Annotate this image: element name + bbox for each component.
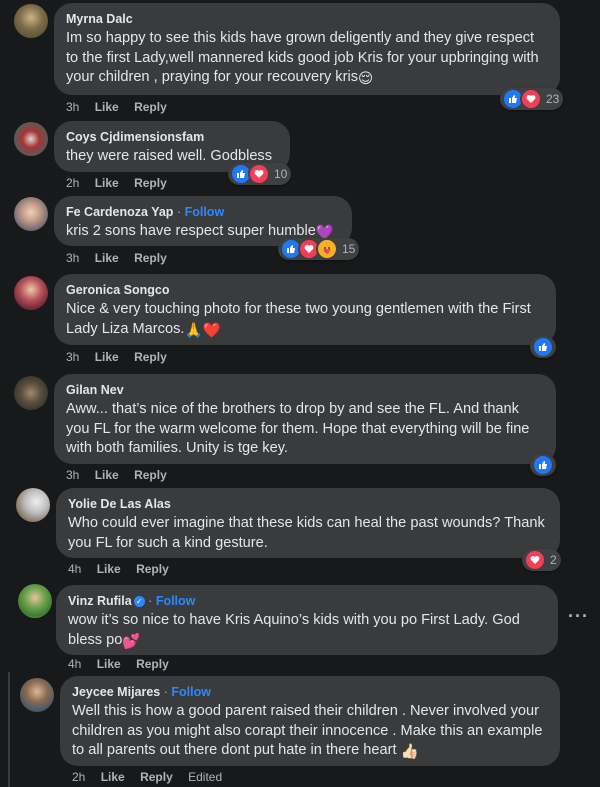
reaction-count: 2 (550, 553, 557, 567)
emoji: 💕 (122, 633, 141, 650)
reaction-summary[interactable]: 15 (278, 238, 360, 260)
reaction-summary[interactable]: 2 (522, 549, 561, 571)
love-icon (248, 163, 270, 185)
comment-actions: 3h Like Reply (66, 468, 179, 482)
comment-bubble: Myrna Dalc Im so happy to see this kids … (54, 3, 560, 95)
like-button[interactable]: Like (97, 657, 121, 671)
reaction-summary[interactable] (530, 454, 556, 476)
avatar[interactable] (18, 584, 52, 618)
reply-button[interactable]: Reply (134, 100, 167, 114)
love-icon (520, 88, 542, 110)
like-button[interactable]: Like (95, 468, 119, 482)
commenter-name[interactable]: Geronica Songco (66, 283, 170, 297)
avatar[interactable] (14, 4, 48, 38)
timestamp[interactable]: 3h (66, 100, 79, 114)
separator: · (148, 594, 153, 608)
like-icon (532, 336, 554, 358)
follow-button[interactable]: Follow (185, 205, 225, 219)
comment-actions: 3h Like Reply (66, 251, 179, 265)
timestamp[interactable]: 3h (66, 251, 79, 265)
avatar[interactable] (14, 122, 48, 156)
timestamp[interactable]: 4h (68, 657, 81, 671)
comment-bubble: Geronica Songco Nice & very touching pho… (54, 274, 556, 345)
reply-button[interactable]: Reply (134, 350, 167, 364)
avatar[interactable] (14, 276, 48, 310)
reply-button[interactable]: Reply (140, 770, 173, 784)
avatar[interactable] (14, 197, 48, 231)
comment-text: Well this is how a good parent raised th… (72, 703, 543, 758)
commenter-name[interactable]: Coys Cjdimensionsfam (66, 130, 204, 144)
timestamp[interactable]: 2h (72, 770, 85, 784)
reaction-summary[interactable]: 10 (228, 163, 292, 185)
comment-bubble: Yolie De Las Alas Who could ever imagine… (56, 488, 560, 558)
reply-button[interactable]: Reply (134, 251, 167, 265)
follow-button[interactable]: Follow (156, 594, 196, 608)
reply-button[interactable]: Reply (134, 176, 167, 190)
reply-button[interactable]: Reply (136, 657, 169, 671)
timestamp[interactable]: 3h (66, 350, 79, 364)
comment-bubble: Jeycee Mijares · Follow Well this is how… (60, 676, 560, 766)
follow-button[interactable]: Follow (171, 685, 211, 699)
verified-icon: ✓ (133, 596, 145, 607)
love-icon (524, 549, 546, 571)
emoji: 👍🏻 (400, 744, 419, 760)
like-button[interactable]: Like (95, 100, 119, 114)
like-button[interactable]: Like (95, 251, 119, 265)
like-button[interactable]: Like (97, 562, 121, 576)
care-icon (316, 238, 338, 260)
edited-label: Edited (188, 770, 223, 784)
comment-text: Aww... that’s nice of the brothers to dr… (66, 401, 530, 456)
comment-actions: 2h Like Reply Edited (72, 770, 234, 784)
reply-button[interactable]: Reply (136, 562, 169, 576)
comment-actions: 3h Like Reply (66, 350, 179, 364)
reaction-count: 15 (342, 242, 356, 256)
comment-text: Nice & very touching photo for these two… (66, 301, 531, 337)
like-button[interactable]: Like (101, 770, 125, 784)
reaction-count: 23 (546, 92, 560, 106)
comment-bubble: Gilan Nev Aww... that’s nice of the brot… (54, 374, 556, 464)
comment-actions: 2h Like Reply (66, 176, 179, 190)
commenter-name[interactable]: Yolie De Las Alas (68, 497, 171, 511)
reaction-count: 10 (274, 167, 288, 181)
avatar[interactable] (16, 488, 50, 522)
like-icon (532, 454, 554, 476)
commenter-name[interactable]: Jeycee Mijares (72, 685, 160, 699)
avatar[interactable] (14, 376, 48, 410)
separator: · (176, 205, 182, 219)
emoji: 🙏❤️ (184, 322, 221, 339)
avatar[interactable] (20, 678, 54, 712)
reaction-summary[interactable] (530, 336, 556, 358)
comment-actions: 3h Like Reply (66, 100, 179, 114)
timestamp[interactable]: 2h (66, 176, 79, 190)
comment-text: they were raised well. Godbless (66, 148, 273, 164)
reaction-summary[interactable]: 23 (500, 88, 564, 110)
emoji: 😌 (358, 71, 374, 87)
comment-text: kris 2 sons have respect super humble (66, 223, 316, 239)
timestamp[interactable]: 3h (66, 468, 79, 482)
more-options-icon[interactable]: ··· (568, 606, 589, 627)
commenter-name[interactable]: Vinz Rufila (68, 594, 132, 608)
commenter-name[interactable]: Fe Cardenoza Yap (66, 205, 173, 219)
timestamp[interactable]: 4h (68, 562, 81, 576)
comment-actions: 4h Like Reply (68, 562, 181, 576)
reply-thread-line (8, 672, 10, 787)
commenter-name[interactable]: Gilan Nev (66, 383, 124, 397)
like-button[interactable]: Like (95, 350, 119, 364)
like-button[interactable]: Like (95, 176, 119, 190)
commenter-name[interactable]: Myrna Dalc (66, 12, 133, 26)
comment-bubble: Vinz Rufila ✓ · Follow wow it’s so nice t… (56, 585, 558, 655)
comment-text: Im so happy to see this kids have grown … (66, 30, 539, 85)
separator: · (163, 685, 168, 699)
comment-text: Who could ever imagine that these kids c… (68, 515, 545, 551)
comment-actions: 4h Like Reply (68, 657, 181, 671)
reply-button[interactable]: Reply (134, 468, 167, 482)
